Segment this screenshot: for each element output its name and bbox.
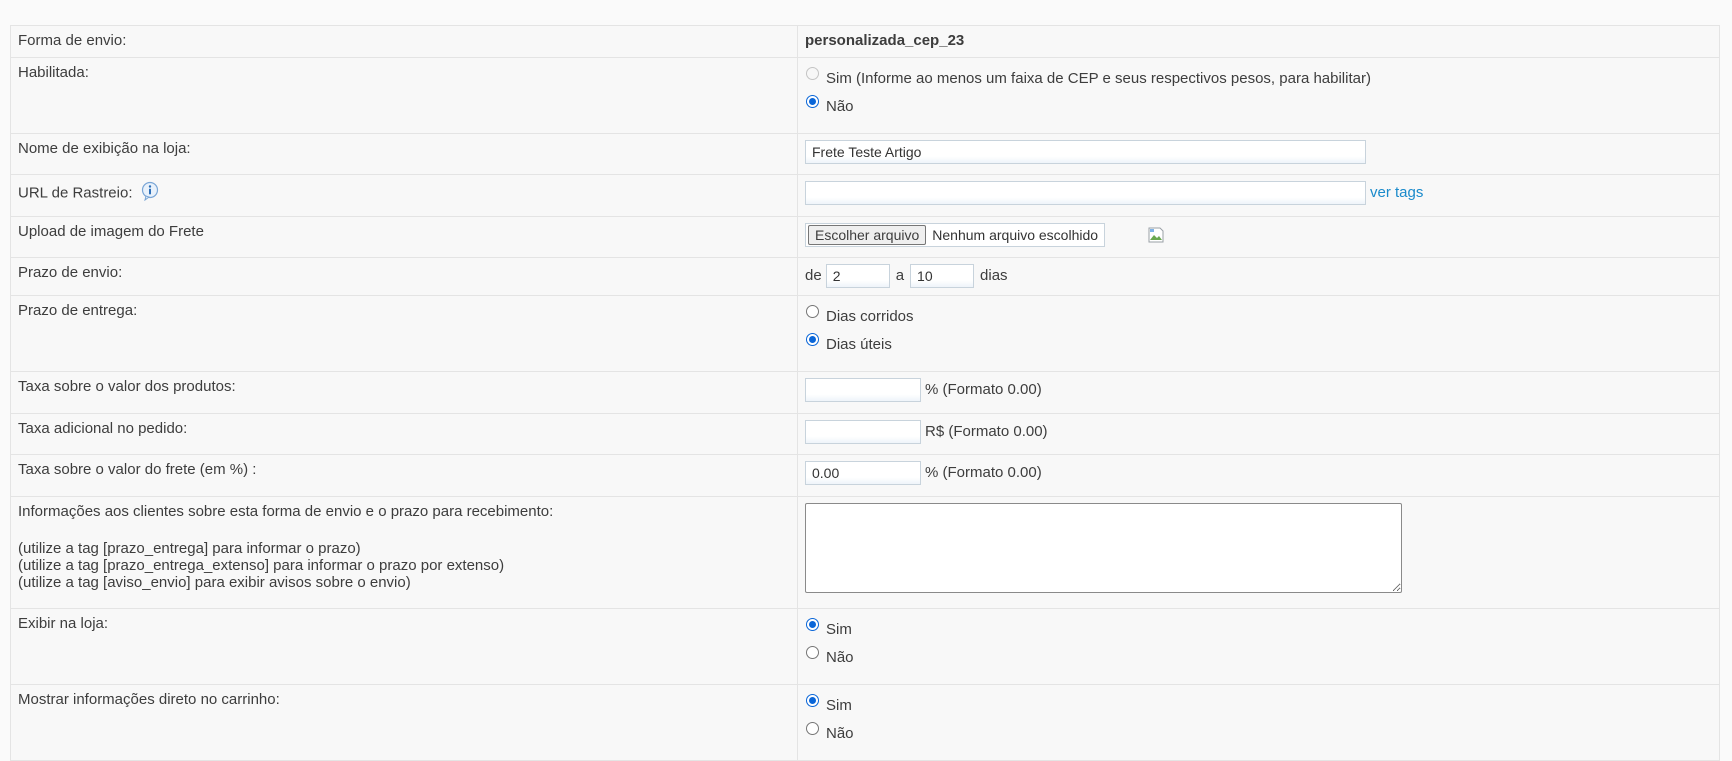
taxa-adicional-suffix: R$ (Formato 0.00) bbox=[925, 423, 1048, 440]
prazo-envio-de-input[interactable] bbox=[825, 264, 890, 288]
forma-envio-value: personalizada_cep_23 bbox=[797, 25, 1720, 58]
mostrar-carrinho-sim-label: Sim bbox=[826, 697, 852, 714]
taxa-adicional-input[interactable] bbox=[805, 420, 921, 444]
forma-envio-label: Forma de envio: bbox=[10, 25, 798, 58]
mostrar-carrinho-nao-option[interactable]: Não bbox=[805, 716, 1712, 744]
exibir-loja-nao-radio[interactable] bbox=[806, 646, 819, 659]
mostrar-carrinho-nao-radio[interactable] bbox=[806, 722, 819, 735]
row-prazo-envio: Prazo de envio: de a dias bbox=[10, 257, 1720, 296]
taxa-frete-suffix: % (Formato 0.00) bbox=[925, 464, 1042, 481]
row-upload-imagem: Upload de imagem do Frete Escolher arqui… bbox=[10, 216, 1720, 258]
row-taxa-frete: Taxa sobre o valor do frete (em %) : % (… bbox=[10, 454, 1720, 497]
upload-imagem-label: Upload de imagem do Frete bbox=[10, 216, 798, 258]
informacoes-cell: Informações aos clientes sobre esta form… bbox=[10, 496, 798, 609]
exibir-loja-label: Exibir na loja: bbox=[10, 608, 798, 685]
taxa-produtos-input[interactable] bbox=[805, 378, 921, 402]
dias-uteis-label: Dias úteis bbox=[826, 336, 892, 353]
row-exibir-loja: Exibir na loja: Sim Não bbox=[10, 608, 1720, 685]
taxa-produtos-label: Taxa sobre o valor dos produtos: bbox=[10, 371, 798, 414]
informacoes-textarea[interactable] bbox=[805, 503, 1402, 593]
prazo-envio-de-label: de bbox=[805, 267, 822, 284]
mostrar-carrinho-nao-label: Não bbox=[826, 725, 854, 742]
habilitada-options: Sim (Informe ao menos um faixa de CEP e … bbox=[797, 57, 1720, 134]
dias-corridos-label: Dias corridos bbox=[826, 308, 914, 325]
informacoes-hint: (utilize a tag [prazo_entrega] para info… bbox=[18, 540, 361, 557]
mostrar-carrinho-label: Mostrar informações direto no carrinho: bbox=[10, 684, 798, 761]
habilitada-nao-label: Não bbox=[826, 98, 854, 115]
dias-corridos-radio[interactable] bbox=[806, 305, 819, 318]
taxa-adicional-label: Taxa adicional no pedido: bbox=[10, 413, 798, 455]
url-rastreio-label: URL de Rastreio: bbox=[18, 184, 133, 202]
habilitada-sim-label: Sim (Informe ao menos um faixa de CEP e … bbox=[826, 70, 1371, 87]
taxa-frete-label: Taxa sobre o valor do frete (em %) : bbox=[10, 454, 798, 497]
dias-uteis-option[interactable]: Dias úteis bbox=[805, 327, 1712, 355]
dias-uteis-radio[interactable] bbox=[806, 333, 819, 346]
row-forma-envio: Forma de envio: personalizada_cep_23 bbox=[10, 25, 1720, 58]
row-taxa-produtos: Taxa sobre o valor dos produtos: % (Form… bbox=[10, 371, 1720, 414]
exibir-loja-sim-option[interactable]: Sim bbox=[805, 612, 1712, 640]
shipping-form-table: Forma de envio: personalizada_cep_23 Hab… bbox=[10, 25, 1720, 761]
prazo-envio-a-input[interactable] bbox=[910, 264, 975, 288]
habilitada-nao-radio[interactable] bbox=[806, 95, 819, 108]
prazo-envio-a-label: a bbox=[895, 267, 905, 284]
exibir-loja-nao-option[interactable]: Não bbox=[805, 640, 1712, 668]
informacoes-hint: (utilize a tag [prazo_entrega_extenso] p… bbox=[18, 557, 505, 574]
informacoes-hint: (utilize a tag [aviso_envio] para exibir… bbox=[18, 574, 411, 591]
habilitada-sim-option[interactable]: Sim (Informe ao menos um faixa de CEP e … bbox=[805, 61, 1712, 89]
habilitada-sim-radio[interactable] bbox=[806, 67, 819, 80]
habilitada-nao-option[interactable]: Não bbox=[805, 89, 1712, 117]
ver-tags-link[interactable]: ver tags bbox=[1370, 184, 1423, 202]
row-prazo-entrega: Prazo de entrega: Dias corridos Dias úte… bbox=[10, 295, 1720, 372]
informacoes-label: Informações aos clientes sobre esta form… bbox=[18, 503, 554, 520]
prazo-envio-label: Prazo de envio: bbox=[10, 257, 798, 296]
file-status: Nenhum arquivo escolhido bbox=[932, 227, 1099, 243]
choose-file-button[interactable]: Escolher arquivo bbox=[808, 225, 927, 245]
taxa-produtos-suffix: % (Formato 0.00) bbox=[925, 381, 1042, 398]
row-mostrar-carrinho: Mostrar informações direto no carrinho: … bbox=[10, 684, 1720, 761]
exibir-loja-sim-label: Sim bbox=[826, 621, 852, 638]
url-rastreio-input[interactable] bbox=[805, 181, 1366, 205]
habilitada-label: Habilitada: bbox=[10, 57, 798, 134]
row-url-rastreio: URL de Rastreio: ver tags bbox=[10, 174, 1720, 217]
broken-image-icon bbox=[1147, 226, 1165, 244]
nome-exibicao-label: Nome de exibição na loja: bbox=[10, 133, 798, 175]
dias-corridos-option[interactable]: Dias corridos bbox=[805, 299, 1712, 327]
mostrar-carrinho-sim-radio[interactable] bbox=[806, 694, 819, 707]
exibir-loja-sim-radio[interactable] bbox=[806, 618, 819, 631]
file-input[interactable]: Escolher arquivo Nenhum arquivo escolhid… bbox=[805, 223, 1106, 247]
prazo-envio-unit: dias bbox=[980, 267, 1008, 284]
row-informacoes: Informações aos clientes sobre esta form… bbox=[10, 496, 1720, 609]
nome-exibicao-input[interactable] bbox=[805, 140, 1366, 164]
exibir-loja-nao-label: Não bbox=[826, 649, 854, 666]
info-icon[interactable] bbox=[140, 181, 160, 206]
row-habilitada: Habilitada: Sim (Informe ao menos um fai… bbox=[10, 57, 1720, 134]
row-nome-exibicao: Nome de exibição na loja: bbox=[10, 133, 1720, 175]
url-rastreio-cell: URL de Rastreio: bbox=[10, 174, 798, 217]
prazo-entrega-label: Prazo de entrega: bbox=[10, 295, 798, 372]
taxa-frete-input[interactable] bbox=[805, 461, 921, 485]
row-taxa-adicional: Taxa adicional no pedido: R$ (Formato 0.… bbox=[10, 413, 1720, 455]
mostrar-carrinho-sim-option[interactable]: Sim bbox=[805, 688, 1712, 716]
